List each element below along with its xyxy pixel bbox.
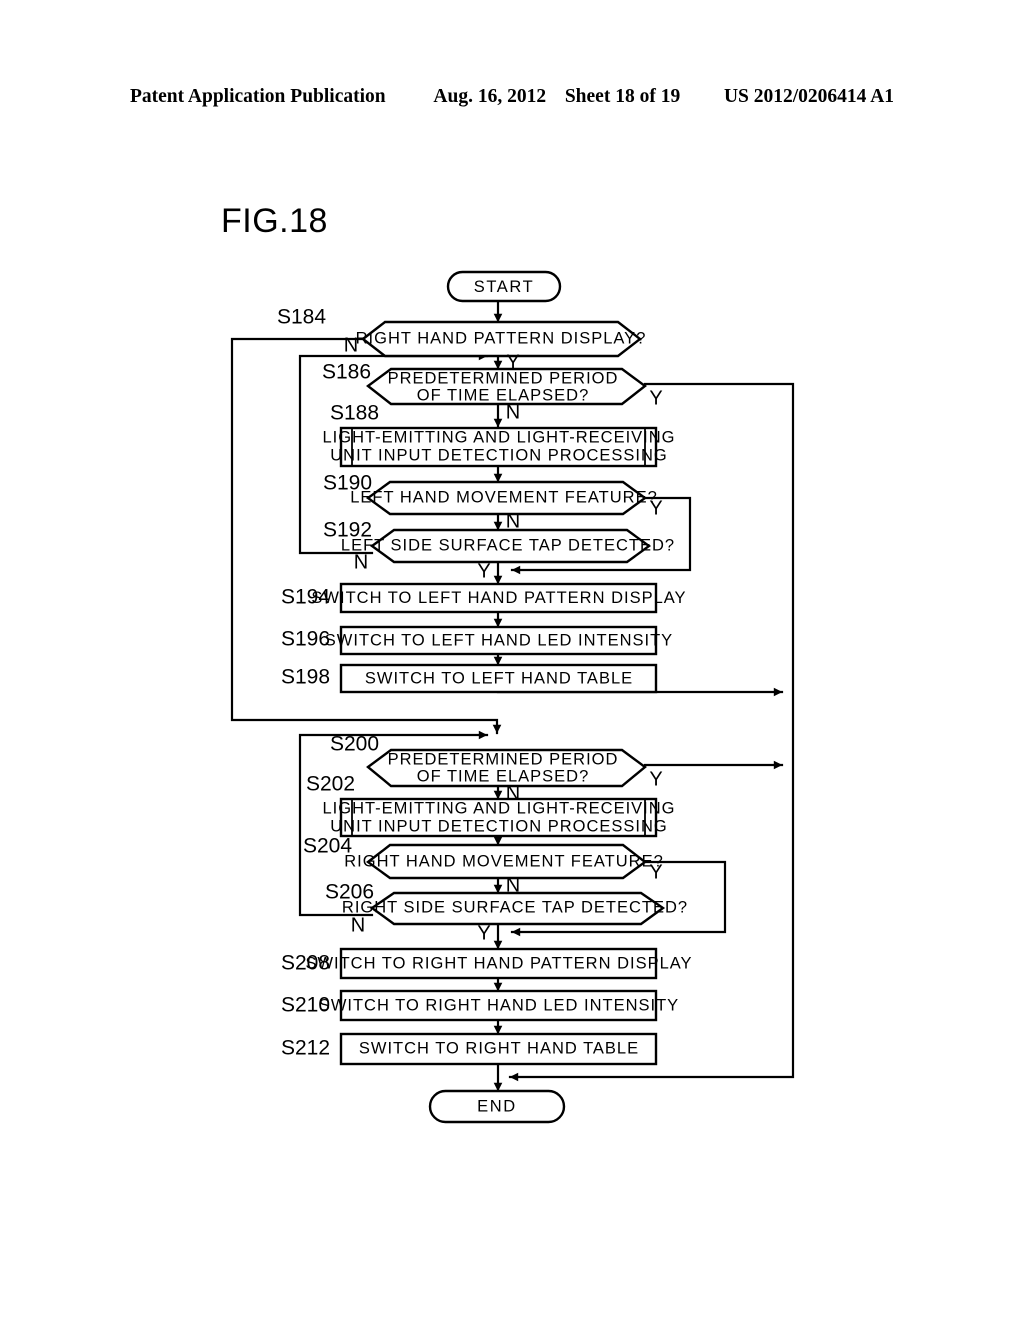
node-s188-label-2: UNIT INPUT DETECTION PROCESSING (330, 446, 668, 464)
node-s204-label: RIGHT HAND MOVEMENT FEATURE? (344, 852, 664, 870)
node-s198: SWITCH TO LEFT HAND TABLE (339, 663, 658, 694)
node-s208: SWITCH TO RIGHT HAND PATTERN DISPLAY (305, 947, 692, 980)
step-label-s196: S196 (281, 628, 330, 651)
node-s188: LIGHT-EMITTING AND LIGHT-RECEIVING UNIT … (322, 426, 675, 468)
node-s200: PREDETERMINED PERIOD OF TIME ELAPSED? (366, 748, 647, 788)
branch-label-s192-yes: Y (477, 560, 490, 582)
node-s186-label-2: OF TIME ELAPSED? (417, 386, 590, 404)
node-start-label: START (474, 278, 535, 296)
step-label-s186: S186 (322, 361, 371, 384)
node-s186: PREDETERMINED PERIOD OF TIME ELAPSED? (366, 367, 647, 406)
branch-label-s186-no: N (506, 401, 520, 423)
node-s200-label-1: PREDETERMINED PERIOD (388, 750, 619, 768)
step-label-s190: S190 (323, 472, 372, 495)
branch-label-s204-yes: Y (649, 861, 662, 883)
node-s196-label: SWITCH TO LEFT HAND LED INTENSITY (325, 631, 673, 649)
node-s184: RIGHT HAND PATTERN DISPLAY? (356, 320, 647, 358)
node-s194: SWITCH TO LEFT HAND PATTERN DISPLAY (311, 582, 686, 614)
node-s188-label-1: LIGHT-EMITTING AND LIGHT-RECEIVING (322, 428, 675, 446)
node-s200-label-2: OF TIME ELAPSED? (417, 767, 590, 785)
node-start: START (446, 270, 562, 303)
node-s212-label: SWITCH TO RIGHT HAND TABLE (359, 1039, 639, 1057)
node-s194-label: SWITCH TO LEFT HAND PATTERN DISPLAY (311, 589, 686, 607)
node-s198-label: SWITCH TO LEFT HAND TABLE (365, 669, 633, 687)
step-label-s212: S212 (281, 1037, 330, 1060)
node-s202: LIGHT-EMITTING AND LIGHT-RECEIVING UNIT … (322, 797, 675, 838)
node-s206: RIGHT SIDE SURFACE TAP DETECTED? (342, 891, 688, 926)
node-s186-label-1: PREDETERMINED PERIOD (388, 369, 619, 387)
step-label-s210: S210 (281, 994, 330, 1017)
node-s210-label: SWITCH TO RIGHT HAND LED INTENSITY (319, 996, 679, 1014)
step-label-s204: S204 (303, 835, 352, 858)
step-label-s202: S202 (306, 773, 355, 796)
branch-label-s190-yes: Y (649, 497, 662, 519)
step-label-s200: S200 (330, 733, 379, 756)
node-s204: RIGHT HAND MOVEMENT FEATURE? (344, 843, 664, 880)
step-label-s184: S184 (277, 306, 326, 329)
flowchart: START END RIGHT HAND PATTERN DISPLAY? S1… (230, 270, 795, 1124)
node-s202-label-2: UNIT INPUT DETECTION PROCESSING (330, 817, 668, 835)
node-s212: SWITCH TO RIGHT HAND TABLE (339, 1032, 658, 1066)
node-s184-label: RIGHT HAND PATTERN DISPLAY? (356, 329, 647, 347)
node-s190-label: LEFT HAND MOVEMENT FEATURE? (350, 488, 658, 506)
branch-label-s206-no: N (351, 914, 365, 936)
step-label-s198: S198 (281, 666, 330, 689)
branch-label-s192-no: N (354, 551, 368, 573)
node-end-label: END (477, 1097, 517, 1115)
branch-label-s184-no: N (344, 334, 358, 356)
step-label-s188: S188 (330, 402, 379, 425)
step-label-s208: S208 (281, 952, 330, 975)
step-label-s206: S206 (325, 881, 374, 904)
node-s192: LEFT SIDE SURFACE TAP DETECTED? (341, 528, 675, 564)
step-label-s194: S194 (281, 586, 330, 609)
patent-page: Patent Application Publication Aug. 16, … (0, 0, 1024, 1320)
node-s210: SWITCH TO RIGHT HAND LED INTENSITY (319, 989, 679, 1022)
node-s208-label: SWITCH TO RIGHT HAND PATTERN DISPLAY (305, 954, 692, 972)
node-s202-label-1: LIGHT-EMITTING AND LIGHT-RECEIVING (322, 799, 675, 817)
node-s206-label: RIGHT SIDE SURFACE TAP DETECTED? (342, 898, 688, 916)
node-s190: LEFT HAND MOVEMENT FEATURE? (350, 480, 658, 516)
node-s192-label: LEFT SIDE SURFACE TAP DETECTED? (341, 536, 675, 554)
branch-label-s186-yes: Y (649, 387, 662, 409)
node-end: END (428, 1089, 566, 1124)
branch-label-s200-yes: Y (649, 768, 662, 790)
node-s196: SWITCH TO LEFT HAND LED INTENSITY (325, 625, 673, 656)
branch-label-s206-yes: Y (477, 922, 490, 944)
step-label-s192: S192 (323, 519, 372, 542)
